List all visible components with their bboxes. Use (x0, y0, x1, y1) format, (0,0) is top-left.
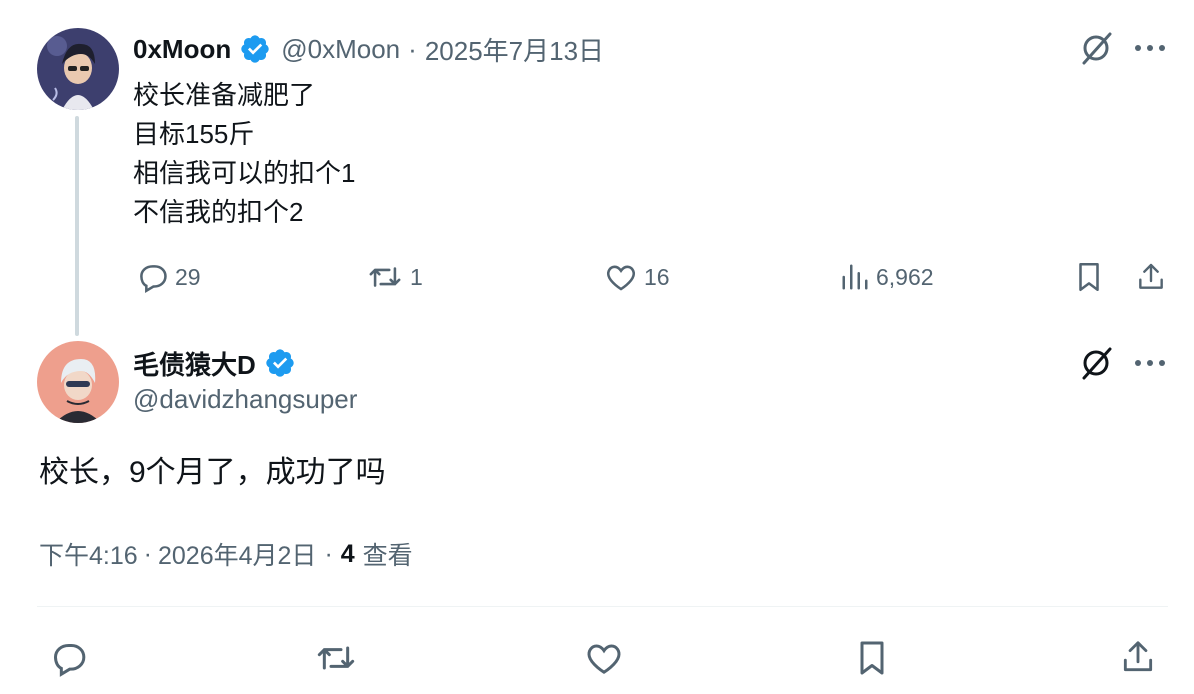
retweet-count: 1 (410, 263, 423, 290)
like-icon (604, 260, 638, 294)
retweet-icon[interactable] (312, 636, 360, 680)
divider (37, 606, 1168, 607)
reply-avatar[interactable] (37, 341, 119, 423)
parent-date[interactable]: 2025年7月13日 (425, 31, 604, 68)
reply-tweet-text: 校长，9个月了，成功了吗 (39, 456, 386, 489)
reply-meta: 下午4:16 · 2026年4月2日 · 4 查看 (39, 536, 413, 572)
parent-author-handle[interactable]: @0xMoon (281, 34, 400, 65)
bookmark-icon[interactable] (1070, 258, 1108, 296)
views-icon (840, 262, 870, 292)
reply-author-handle[interactable]: @davidzhangsuper (133, 384, 357, 415)
reply-time[interactable]: 下午4:16 (39, 536, 138, 572)
reply-views-label: 查看 (362, 542, 413, 570)
tweet-line: 不信我的扣个2 (133, 197, 304, 227)
parent-author-name[interactable]: 0xMoon (133, 34, 231, 65)
parent-header: 0xMoon @0xMoon · 2025年7月13日 (133, 30, 604, 68)
grok-icon[interactable] (1076, 343, 1116, 383)
tweet-line: 校长准备减肥了 (133, 80, 316, 110)
meta-separator: · (143, 539, 152, 568)
parent-avatar[interactable] (37, 28, 119, 110)
like-icon[interactable] (582, 636, 626, 680)
reply-action[interactable]: 29 (135, 258, 201, 296)
reply-icon[interactable] (46, 636, 90, 680)
views-count: 6,962 (876, 263, 934, 290)
reply-date[interactable]: 2026年4月2日 (158, 536, 316, 572)
bookmark-icon[interactable] (850, 636, 894, 680)
reply-author-name[interactable]: 毛债猿大D (133, 345, 256, 382)
retweet-action[interactable]: 1 (366, 258, 423, 296)
more-icon[interactable] (1130, 343, 1170, 383)
thread-line (75, 116, 79, 336)
parent-tweet-text: 校长准备减肥了 目标155斤 相信我可以的扣个1 不信我的扣个2 (133, 76, 355, 232)
share-icon[interactable] (1132, 258, 1170, 296)
verified-badge-icon (264, 347, 296, 379)
tweet-line: 目标155斤 (133, 119, 255, 149)
reply-avatar-image (37, 341, 119, 423)
like-action[interactable]: 16 (604, 258, 670, 296)
retweet-icon (366, 260, 404, 294)
like-count: 16 (644, 263, 670, 290)
tweet-line: 相信我可以的扣个1 (133, 158, 356, 188)
reply-count: 29 (175, 263, 201, 290)
reply-header: 毛债猿大D (133, 344, 296, 382)
share-icon[interactable] (1116, 634, 1160, 680)
more-icon[interactable] (1130, 28, 1170, 68)
reply-icon (135, 260, 169, 294)
grok-icon[interactable] (1076, 28, 1116, 68)
parent-avatar-image (37, 28, 119, 110)
verified-badge-icon (239, 33, 271, 65)
meta-separator: · (324, 539, 333, 568)
header-separator: · (408, 33, 417, 64)
reply-views-count: 4 (340, 539, 355, 568)
views-action[interactable]: 6,962 (840, 258, 934, 296)
